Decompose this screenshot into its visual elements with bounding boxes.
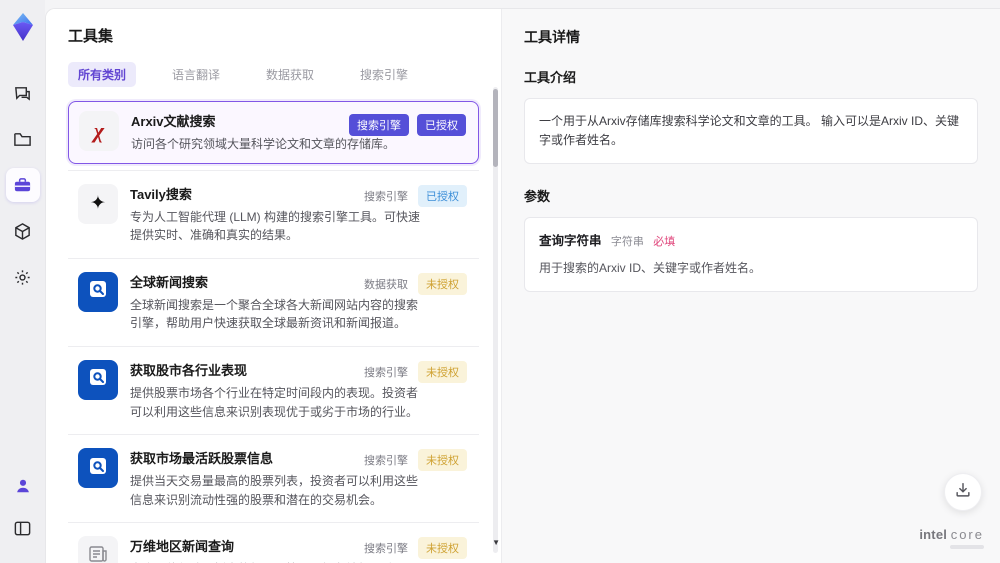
content-area: 工具集 所有类别 语言翻译 数据获取 搜索引擎 χ Arxiv文献搜索 访问各个研究领域大… — [45, 8, 1000, 563]
auth-status-badge: 未授权 — [418, 537, 467, 560]
cube-icon — [13, 222, 32, 241]
tools-list-panel: 工具集 所有类别 语言翻译 数据获取 搜索引擎 χ Arxiv文献搜索 访问各个研究领域大… — [46, 9, 501, 563]
panel-toggle-icon — [13, 519, 32, 538]
category-badge: 搜索引擎 — [364, 455, 408, 468]
param-type: 字符串 — [610, 236, 644, 249]
sidebar-item-toolbox[interactable] — [5, 168, 40, 202]
news-search-icon — [87, 455, 109, 482]
param-name: 查询字符串 — [539, 234, 602, 249]
tool-card-2[interactable]: ✦ Tavily搜索 专为人工智能代理 (LLM) 构建的搜索引擎工具。可快速提供实… — [68, 169, 479, 258]
tab-1[interactable]: 所有类别 — [68, 62, 137, 87]
download-icon — [954, 481, 972, 504]
brand-intel: intel — [919, 526, 948, 542]
sidebar-item-user[interactable] — [6, 469, 40, 503]
tool-description: 提供股票市场各个行业在特定时间段内的表现。投资者可以利用这些信息来识别表现优于或… — [130, 385, 419, 419]
tool-description: 专为人工智能代理 (LLM) 构建的搜索引擎工具。可快速提供实时、准确和真实的结… — [130, 209, 421, 243]
param-description: 用于搜索的Arxiv ID、关键字或作者姓名。 — [539, 260, 762, 275]
auth-status-badge: 已授权 — [418, 184, 467, 207]
param-required-badge: 必填 — [653, 236, 676, 249]
brand-core: core — [950, 526, 984, 542]
intro-heading: 工具介绍 — [524, 70, 577, 85]
news-search-icon — [87, 366, 109, 393]
tool-icon-box — [78, 271, 118, 312]
sidebar-item-panel-toggle[interactable] — [6, 511, 40, 545]
tool-icon-box — [78, 359, 118, 400]
tool-card-1[interactable]: χ Arxiv文献搜索 访问各个研究领域大量科学论文和文章的存储库。 搜索引擎 已授权 — [68, 101, 479, 164]
category-badge: 搜索引擎 — [349, 114, 409, 136]
arxiv-icon: χ — [93, 118, 105, 143]
tool-badges: 搜索引擎 未授权 — [362, 360, 467, 383]
param-header: 查询字符串 字符串 必填 — [539, 231, 963, 252]
folder-icon — [13, 130, 32, 149]
tool-card-6[interactable]: 万维地区新闻查询查询具体行政区划内的新闻，快速了解各地新闻动搜索引擎未授权 — [68, 522, 479, 563]
auth-status-badge: 未授权 — [418, 449, 467, 472]
gear-icon — [13, 268, 32, 287]
tool-badges: 搜索引擎 已授权 — [362, 184, 467, 207]
chat-icon — [13, 84, 32, 103]
auth-status-badge: 未授权 — [418, 360, 467, 383]
app-logo — [8, 12, 38, 42]
news-search-icon — [87, 278, 109, 305]
tool-card-4[interactable]: 获取股市各行业表现 提供股票市场各个行业在特定时间段内的表现。投资者可以利用这些信… — [68, 345, 479, 434]
tool-detail-panel: 工具详情 工具介绍 一个用于从Arxiv存储库搜索科学论文和文章的工具。 输入可… — [501, 9, 1000, 563]
tool-icon-box — [78, 536, 118, 563]
tool-description: 提供当天交易量最高的股票列表，投资者可以利用这些信息来识别流动性强的股票和潜在的… — [130, 474, 419, 507]
user-icon — [14, 477, 32, 495]
tool-icon-box: ✦ — [78, 183, 118, 224]
sidebar-item-settings[interactable] — [6, 260, 40, 294]
tab-4[interactable]: 搜索引擎 — [350, 62, 418, 87]
auth-status-badge: 未授权 — [418, 272, 467, 295]
sidebar-item-files[interactable] — [6, 122, 40, 156]
tool-badges: 搜索引擎 已授权 — [349, 114, 466, 136]
tool-description: 访问各个研究领域大量科学论文和文章的存储库。 — [131, 137, 396, 151]
tool-description: 全球新闻搜索是一个聚合全球各大新闻网站内容的搜索引擎，帮助用户快速获取全球最新资… — [130, 297, 419, 331]
auth-status-badge: 已授权 — [417, 114, 466, 136]
tool-badges: 数据获取 未授权 — [362, 272, 467, 295]
category-badge: 搜索引擎 — [364, 543, 408, 556]
tool-icon-box: χ — [79, 111, 119, 151]
sidebar-item-models[interactable] — [6, 214, 40, 248]
tool-card-3[interactable]: 全球新闻搜索 全球新闻搜索是一个聚合全球各大新闻网站内容的搜索引擎，帮助用户快速获… — [68, 257, 479, 346]
tab-2[interactable]: 语言翻译 — [162, 62, 230, 87]
scroll-down-indicator[interactable]: ▼ — [492, 538, 500, 547]
intro-text-box: 一个用于从Arxiv存储库搜索科学论文和文章的工具。 输入可以是Arxiv ID… — [524, 98, 978, 165]
page-title: 工具集 — [68, 28, 114, 45]
tab-3[interactable]: 数据获取 — [256, 62, 324, 87]
sidebar-item-chat[interactable] — [6, 76, 40, 110]
detail-title: 工具详情 — [524, 29, 580, 45]
tool-card-5[interactable]: 获取市场最活跃股票信息 提供当天交易量最高的股票列表，投资者可以利用这些信息来识别… — [68, 434, 479, 522]
tool-card-list: χ Arxiv文献搜索 访问各个研究领域大量科学论文和文章的存储库。 搜索引擎 已授权 ✦… — [68, 101, 479, 563]
scrollbar-track[interactable] — [493, 87, 498, 553]
params-heading: 参数 — [524, 189, 551, 205]
sparkle-icon: ✦ — [90, 193, 106, 215]
category-badge: 搜索引擎 — [364, 366, 408, 379]
toolbox-icon — [13, 176, 32, 195]
scrollbar-thumb[interactable] — [493, 89, 498, 167]
download-button[interactable] — [944, 473, 982, 511]
brand-subline — [950, 545, 984, 549]
category-badge: 搜索引擎 — [364, 190, 408, 203]
sidebar — [0, 0, 45, 563]
category-badge: 数据获取 — [364, 278, 408, 291]
newspaper-icon — [87, 543, 109, 563]
param-box: 查询字符串 字符串 必填 用于搜索的Arxiv ID、关键字或作者姓名。 — [524, 217, 978, 293]
tool-badges: 搜索引擎 未授权 — [362, 449, 467, 472]
tool-badges: 搜索引擎 未授权 — [362, 537, 467, 560]
category-tabs: 所有类别 语言翻译 数据获取 搜索引擎 — [68, 62, 479, 87]
tool-icon-box — [78, 448, 118, 489]
intel-core-logo: intel core — [919, 526, 984, 549]
